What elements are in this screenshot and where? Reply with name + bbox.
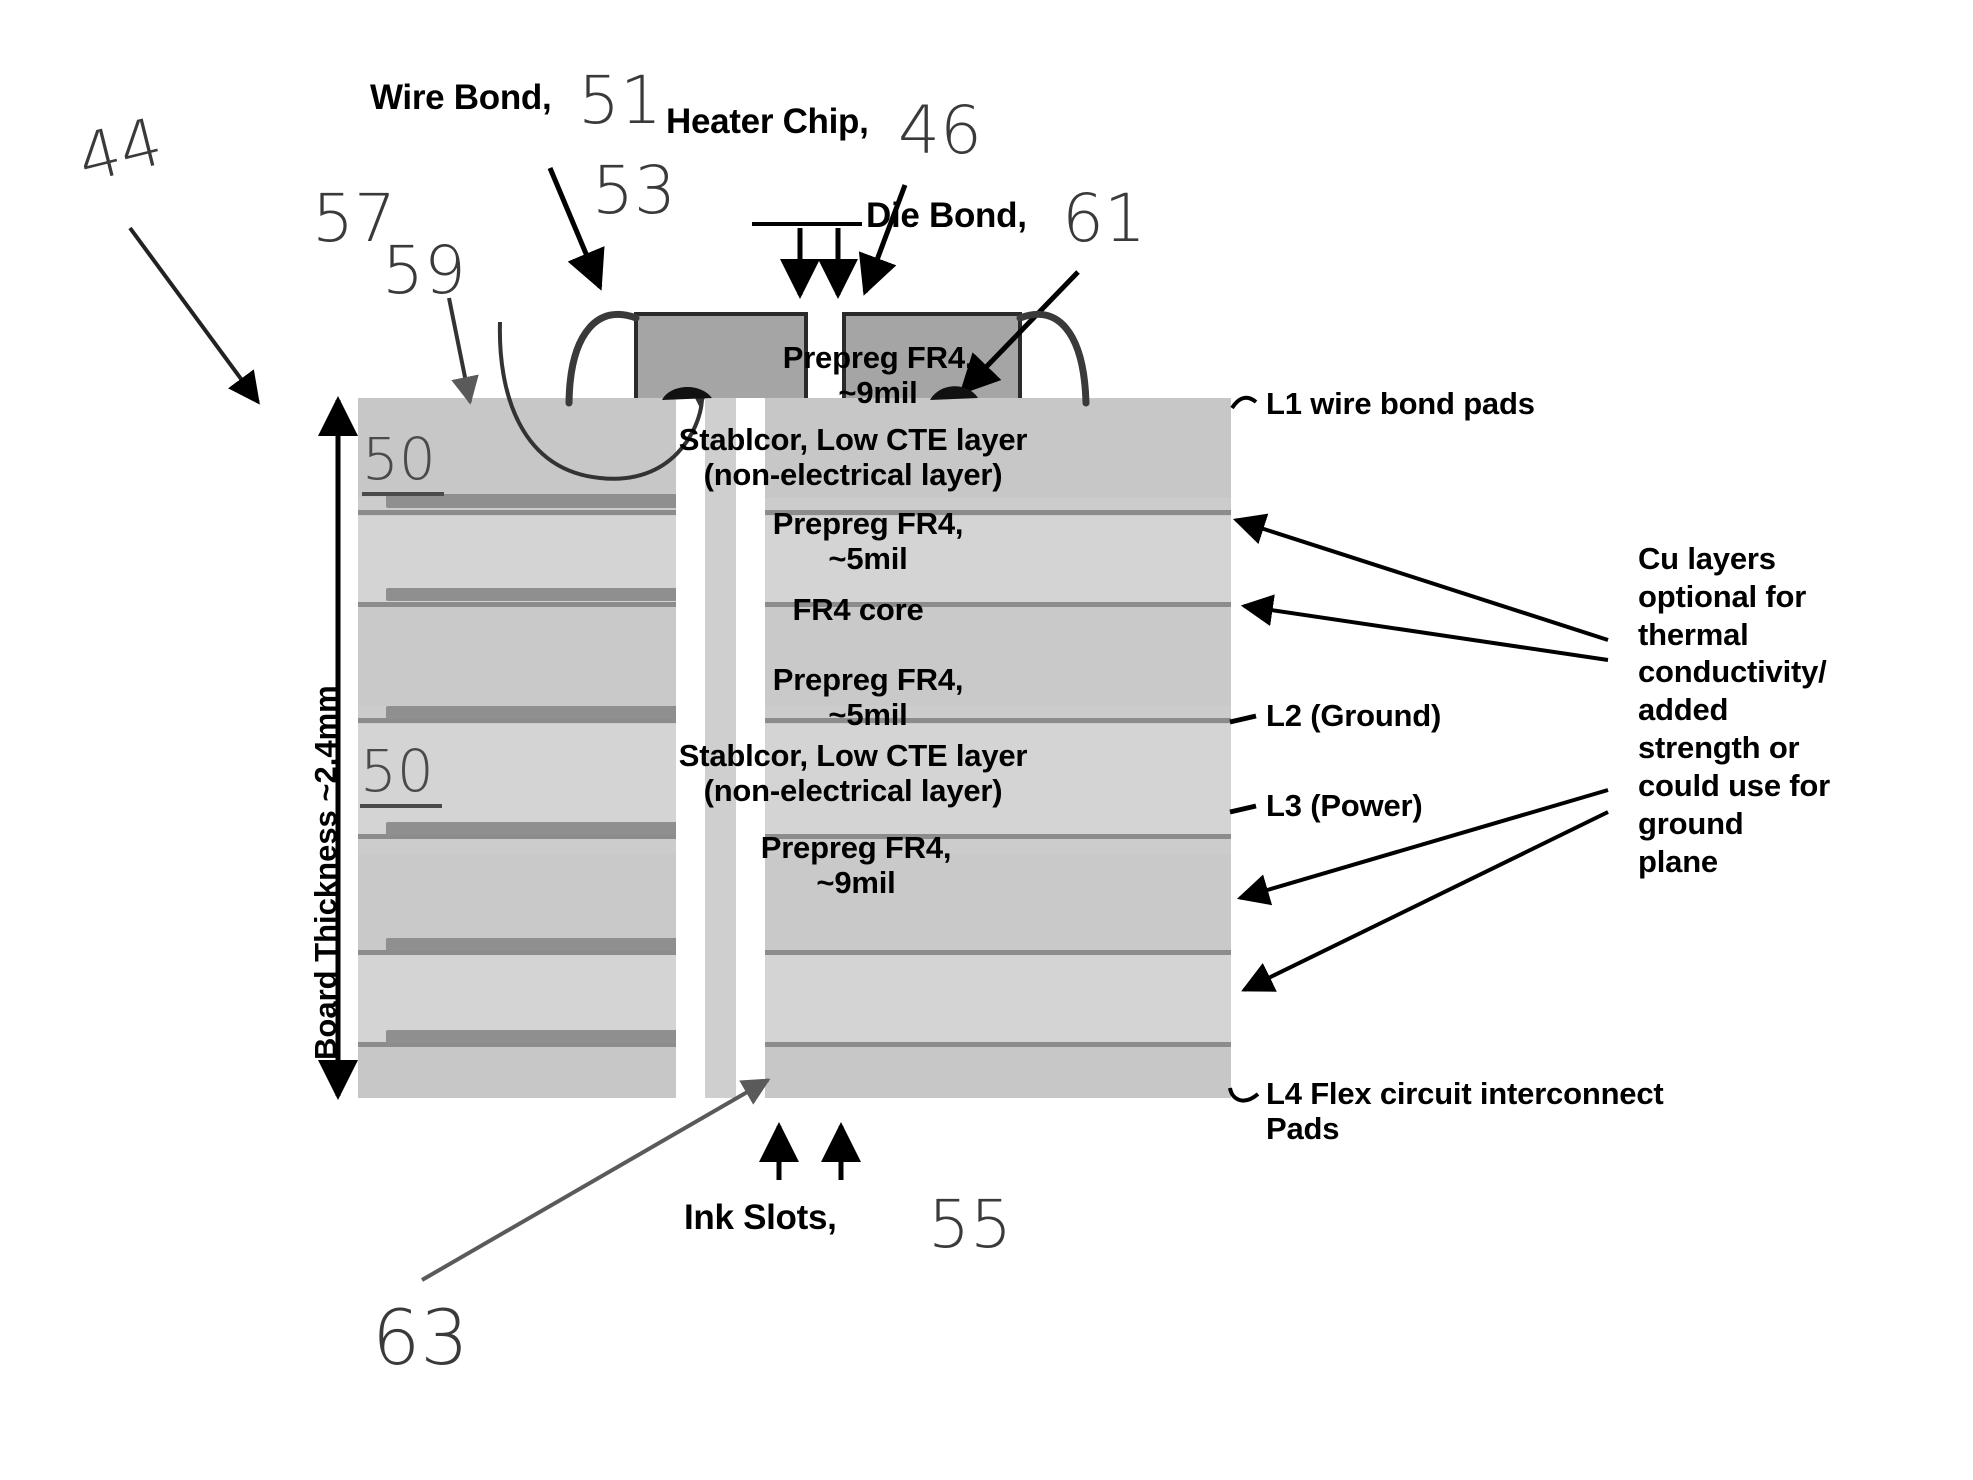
ref-61: 61 xyxy=(1062,180,1146,257)
ref-44: 44 xyxy=(69,102,170,199)
label-ink-slots: Ink Slots, xyxy=(684,1198,837,1237)
wire-bond-loop-right xyxy=(1016,310,1090,407)
edge-label-l2: L2 (Ground) xyxy=(1266,698,1442,733)
cu-pad-stripe-lower-2 xyxy=(386,1030,678,1043)
leader-cu-note-a xyxy=(1232,513,1609,642)
layer-label-prepreg-top: Prepreg FR4, ~9mil xyxy=(782,340,974,411)
label-wire-bond: Wire Bond, xyxy=(370,78,552,117)
leader-l2 xyxy=(1229,713,1257,725)
layer-label-prepreg-lower-mid: Prepreg FR4, ~5mil xyxy=(772,662,964,733)
edge-label-l3: L3 (Power) xyxy=(1266,788,1423,823)
leader-l3 xyxy=(1229,803,1257,815)
layer-label-stablcor-top: Stablcor, Low CTE layer (non-electrical … xyxy=(678,422,1028,493)
leader-57 xyxy=(447,297,479,405)
edge-label-l1: L1 wire bond pads xyxy=(1266,386,1535,421)
cu-pad-stripe-lower xyxy=(386,938,678,951)
leader-l1 xyxy=(1230,395,1258,410)
cu-pad-stripe-upper xyxy=(386,494,678,508)
ref-55: 55 xyxy=(928,1186,1012,1263)
ref-53: 53 xyxy=(592,152,676,229)
leader-44 xyxy=(128,226,260,405)
layer-label-prepreg-bottom: Prepreg FR4, ~9mil xyxy=(760,830,952,901)
leader-53 xyxy=(752,222,862,299)
leader-cu-note-b xyxy=(1240,594,1609,662)
ref-63: 63 xyxy=(372,1293,469,1382)
edge-label-l4: L4 Flex circuit interconnect Pads xyxy=(1266,1076,1664,1147)
note-cu-layers: Cu layers optional for thermal conductiv… xyxy=(1638,541,1831,879)
wire-bond-loop-left xyxy=(565,310,640,407)
ref-50-lower: 50 xyxy=(360,742,442,808)
layer-label-fr4-core: FR4 core xyxy=(792,592,924,627)
label-die-bond: Die Bond, xyxy=(866,196,1027,235)
layer-label-stablcor-bottom: Stablcor, Low CTE layer (non-electrical … xyxy=(678,738,1028,809)
ref-59: 59 xyxy=(382,232,466,309)
cu-pad-stripe-upper-2 xyxy=(386,588,678,601)
ref-50-upper: 50 xyxy=(362,430,444,496)
label-heater-chip: Heater Chip, xyxy=(666,102,869,141)
board-thickness-text: Board Thickness ~2.4mm xyxy=(308,685,343,1060)
leader-63 xyxy=(420,1078,771,1282)
leader-l4 xyxy=(1228,1087,1260,1103)
cu-pad-stripe-mid xyxy=(386,706,678,719)
leader-cu-note-d xyxy=(1241,810,1609,992)
ink-slot-arrows xyxy=(759,1122,861,1180)
board-thickness-label: Board Thickness ~2.4mm xyxy=(308,685,683,1096)
ref-51: 51 xyxy=(578,62,662,139)
layer-label-prepreg-upper-mid: Prepreg FR4, ~5mil xyxy=(772,506,964,577)
cu-pad-stripe-mid-2 xyxy=(386,822,678,835)
ref-46: 46 xyxy=(898,92,982,169)
